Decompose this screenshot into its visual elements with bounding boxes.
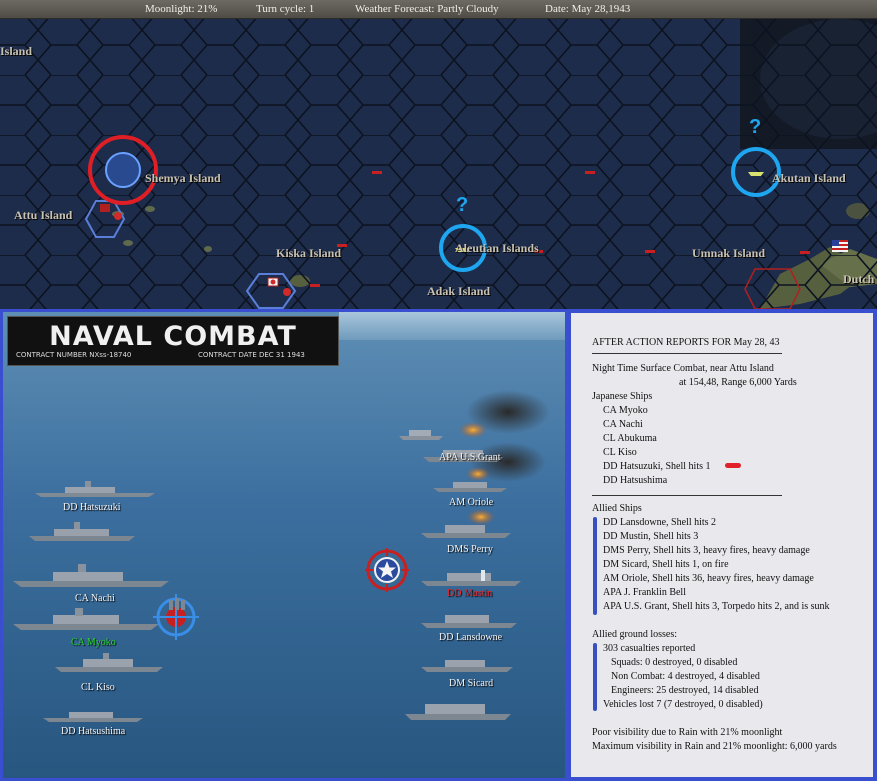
ship-silhouette-unnamed bbox=[29, 522, 135, 541]
target-reticle-icon bbox=[153, 594, 199, 640]
hex-map[interactable]: Island Shemya Island Attu Island Kiska I… bbox=[0, 19, 877, 309]
ship-silhouette-transport bbox=[405, 704, 511, 720]
allied-ship-row: APA U.S. Grant, Shell hits 3, Torpedo hi… bbox=[603, 601, 830, 612]
japanese-ship-row: CL Kiso bbox=[603, 447, 637, 458]
ship-silhouette-franklin-bell bbox=[399, 430, 443, 440]
allied-ship-row: DM Sicard, Shell hits 1, on fire bbox=[603, 559, 729, 570]
moonlight-status: Moonlight: 21% bbox=[145, 3, 218, 15]
ship-silhouette-lansdowne bbox=[421, 615, 517, 628]
map-label-aleutian: Aleutian Islands bbox=[455, 241, 539, 255]
contract-date: CONTRACT DATE DEC 31 1943 bbox=[198, 351, 305, 359]
date-status: Date: May 28,1943 bbox=[545, 3, 631, 15]
japanese-ship-row: CL Abukuma bbox=[603, 433, 657, 444]
report-location-line: at 154,48, Range 6,000 Yards bbox=[679, 377, 797, 388]
japanese-ships-header: Japanese Ships bbox=[592, 391, 653, 402]
japanese-ship-row: CA Nachi bbox=[603, 419, 643, 430]
allied-ship-row: DD Lansdowne, Shell hits 2 bbox=[603, 517, 717, 528]
map-label-adak: Adak Island bbox=[427, 284, 491, 298]
ground-loss-row: Vehicles lost 7 (7 destroyed, 0 disabled… bbox=[603, 699, 763, 710]
banner-title: NAVAL COMBAT bbox=[49, 321, 297, 352]
ship-silhouette-myoko bbox=[13, 608, 159, 630]
ship-silhouette-kiso bbox=[55, 653, 163, 672]
allied-ship-row: AM Oriole, Shell hits 36, heavy fires, h… bbox=[603, 573, 814, 584]
allied-ship-row: APA J. Franklin Bell bbox=[603, 587, 686, 598]
ship-silhouette-mustin bbox=[421, 570, 521, 586]
ship-silhouette-hatsushima bbox=[43, 712, 143, 722]
after-action-report-panel: AFTER ACTION REPORTS FOR May 28, 43 Nigh… bbox=[568, 309, 877, 781]
map-label-island: Island bbox=[0, 44, 33, 58]
ground-loss-row: Engineers: 25 destroyed, 14 disabled bbox=[611, 685, 759, 696]
weather-status: Weather Forecast: Partly Cloudy bbox=[355, 3, 499, 15]
ground-loss-row: Squads: 0 destroyed, 0 disabled bbox=[611, 657, 738, 668]
report-combat-line: Night Time Surface Combat, near Attu Isl… bbox=[592, 363, 774, 374]
ground-loss-row: 303 casualties reported bbox=[603, 643, 696, 654]
ground-losses-header: Allied ground losses: bbox=[592, 629, 677, 640]
visibility-line-2: Maximum visibility in Rain and 21% moonl… bbox=[592, 741, 837, 752]
turn-cycle-status: Turn cycle: 1 bbox=[256, 3, 315, 15]
unknown-contact-marker: ? bbox=[456, 194, 469, 216]
ship-label-hatsuzuki: DD Hatsuzuki bbox=[63, 502, 121, 513]
contract-number: CONTRACT NUMBER NXss-18740 bbox=[16, 351, 132, 359]
status-bar: Moonlight: 21% Turn cycle: 1 Weather For… bbox=[0, 0, 877, 19]
us-flag-icon bbox=[832, 240, 848, 252]
ship-label-mustin: DD Mustin bbox=[447, 588, 493, 599]
ship-label-hatsushima: DD Hatsushima bbox=[61, 726, 126, 737]
red-highlight-mark bbox=[725, 463, 741, 468]
ship-silhouette-nachi bbox=[13, 564, 169, 587]
report-paper[interactable]: AFTER ACTION REPORTS FOR May 28, 43 Nigh… bbox=[571, 313, 873, 777]
allied-ships-header: Allied Ships bbox=[592, 503, 642, 514]
allied-target-reticle-icon bbox=[365, 548, 409, 592]
map-label-dutch: Dutch bbox=[843, 272, 875, 286]
allied-ship-row: DMS Perry, Shell hits 3, heavy fires, he… bbox=[603, 545, 810, 556]
ship-label-myoko: CA Myoko bbox=[71, 637, 116, 648]
ground-loss-row: Non Combat: 4 destroyed, 4 disabled bbox=[611, 671, 760, 682]
japanese-ship-row: CA Myoko bbox=[603, 405, 648, 416]
ship-label-oriole: AM Oriole bbox=[449, 497, 494, 508]
ground-losses-bar bbox=[593, 643, 597, 711]
red-unit-marker bbox=[372, 171, 382, 174]
naval-combat-banner: NAVAL COMBAT CONTRACT NUMBER NXss-18740 … bbox=[7, 316, 339, 366]
ship-label-perry: DMS Perry bbox=[447, 544, 493, 555]
allied-ship-row: DD Mustin, Shell hits 3 bbox=[603, 531, 699, 542]
hex-grid bbox=[0, 19, 877, 309]
unknown-contact-marker-2: ? bbox=[749, 116, 762, 138]
naval-combat-panel: NAVAL COMBAT CONTRACT NUMBER NXss-18740 … bbox=[0, 309, 568, 781]
ship-silhouette-oriole bbox=[433, 482, 507, 492]
ship-silhouette-hatsuzuki bbox=[35, 481, 155, 497]
ship-silhouette-perry bbox=[421, 525, 511, 538]
map-label-attu: Attu Island bbox=[14, 208, 73, 222]
allied-ships-bar bbox=[593, 517, 597, 615]
report-divider-2 bbox=[592, 495, 782, 496]
base-marker-icon bbox=[100, 204, 110, 212]
visibility-line-1: Poor visibility due to Rain with 21% moo… bbox=[592, 727, 783, 738]
ship-label-grant: APA U.S.Grant bbox=[439, 452, 501, 463]
map-label-shemya: Shemya Island bbox=[145, 171, 221, 185]
task-force-icon bbox=[105, 152, 141, 188]
ship-label-sicard: DM Sicard bbox=[449, 678, 494, 689]
japanese-ship-row: DD Hatsuzuki, Shell hits 1 bbox=[603, 461, 711, 472]
ship-label-lansdowne: DD Lansdowne bbox=[439, 632, 503, 643]
ship-label-nachi: CA Nachi bbox=[75, 593, 115, 604]
map-label-akutan: Akutan Island bbox=[772, 171, 846, 185]
report-title: AFTER ACTION REPORTS FOR May 28, 43 bbox=[592, 337, 780, 348]
japanese-ship-row: DD Hatsushima bbox=[603, 475, 668, 486]
map-label-kiska: Kiska Island bbox=[276, 246, 342, 260]
report-divider bbox=[592, 353, 782, 354]
ship-label-kiso: CL Kiso bbox=[81, 682, 115, 693]
ship-silhouette-sicard bbox=[421, 660, 513, 672]
map-label-umnak: Umnak Island bbox=[692, 246, 766, 260]
